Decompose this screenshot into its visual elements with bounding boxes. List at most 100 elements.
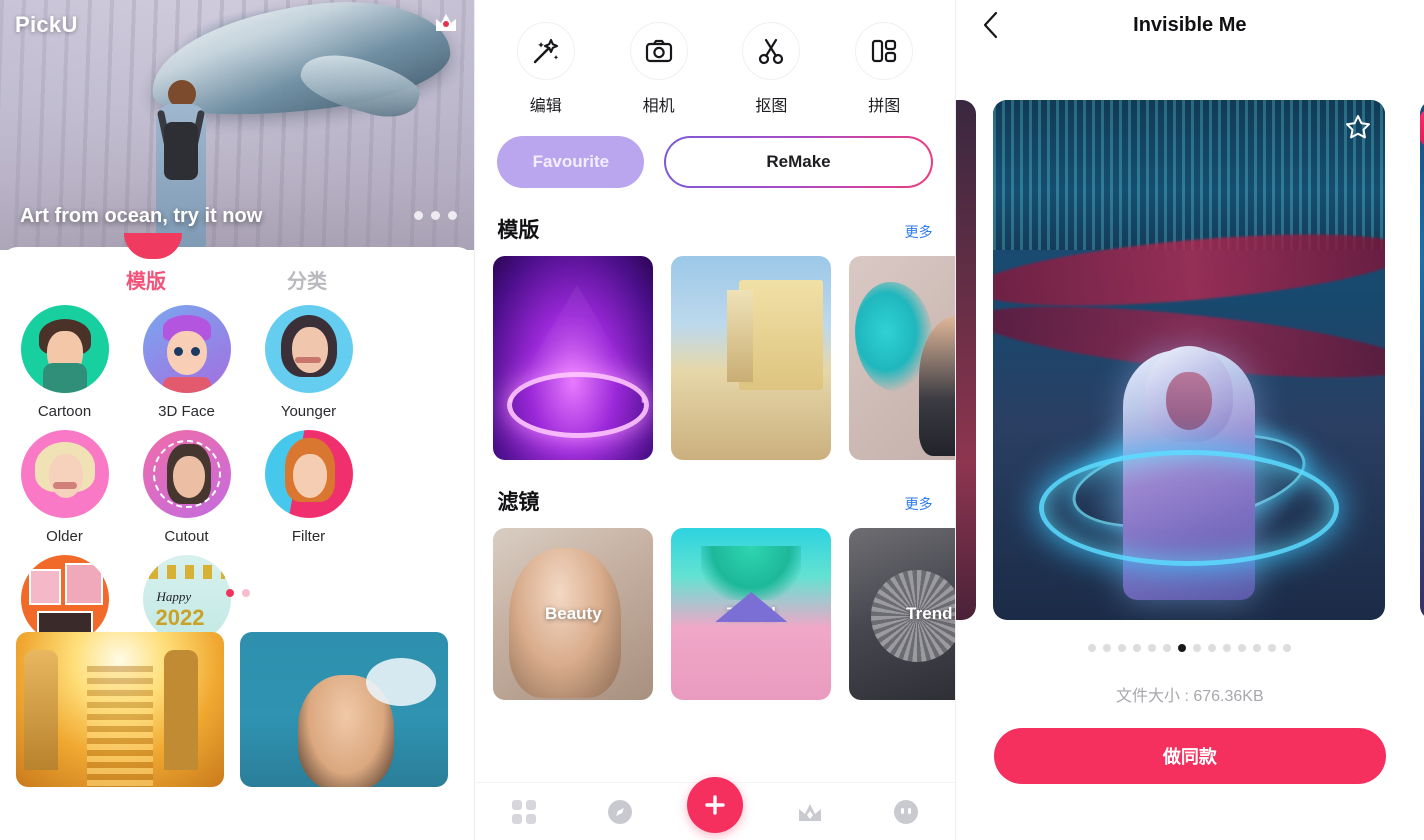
section-more-link[interactable]: 更多 — [905, 222, 933, 242]
pager-dot[interactable] — [1253, 644, 1262, 652]
pager-dot[interactable] — [1193, 644, 1202, 652]
filter-card-beauty[interactable]: Beauty — [493, 528, 654, 700]
tool-label: 抠图 — [755, 98, 788, 115]
template-card-row — [475, 256, 955, 460]
banner-dot[interactable] — [431, 211, 440, 220]
pager-dot[interactable] — [1208, 644, 1217, 652]
filter-label: Trend — [906, 604, 953, 623]
category-older[interactable]: Older — [7, 430, 122, 545]
template-card-temple[interactable] — [16, 632, 224, 787]
template-detail-screen: Invisible Me 文件大小: 676.36KB 做同款 — [955, 0, 1424, 840]
pager-dot[interactable] — [1283, 644, 1292, 652]
pager-dot[interactable] — [1223, 644, 1232, 652]
carousel-pager[interactable] — [956, 644, 1424, 652]
category-label: Younger — [280, 403, 337, 420]
make-same-button[interactable]: 做同款 — [993, 728, 1386, 784]
promo-banner[interactable]: PickU Art from ocean, try it now — [0, 0, 475, 250]
category-grid: Cartoon 3D Face Younger Older Cutout Fil… — [0, 305, 474, 680]
template-card-cuba[interactable] — [671, 256, 832, 460]
pager-dot[interactable] — [1268, 644, 1277, 652]
pager-dot-active[interactable] — [225, 589, 234, 597]
preview-light-ring — [1038, 450, 1339, 566]
remake-button[interactable]: ReMake — [664, 136, 932, 188]
category-thumb — [142, 305, 231, 393]
template-card-neon[interactable] — [493, 256, 654, 460]
template-card-splash[interactable] — [849, 256, 955, 460]
pager-dot[interactable] — [1118, 644, 1127, 652]
bottom-nav-discover — [475, 776, 955, 840]
banner-dot[interactable] — [414, 211, 423, 220]
tool-collage[interactable]: 拼图 — [828, 22, 941, 116]
template-row — [0, 632, 474, 787]
carousel-peek-badge — [1420, 110, 1424, 146]
filter-card-travel[interactable]: Travel — [671, 528, 832, 700]
banner-pager[interactable] — [414, 211, 457, 220]
tool-row: 编辑 相机 抠图 拼图 — [475, 0, 954, 116]
category-label: Cutout — [164, 528, 209, 545]
tool-label: 编辑 — [529, 98, 562, 115]
discover-screen: 编辑 相机 抠图 拼图 Favourite ReMake 模版 更多 滤镜 更多… — [475, 0, 955, 840]
pager-dot[interactable] — [241, 589, 250, 597]
tool-cutout[interactable]: 抠图 — [715, 22, 828, 116]
favourite-button[interactable]: Favourite — [497, 136, 645, 188]
pager-dot[interactable] — [1238, 644, 1247, 652]
section-title: 滤镜 — [497, 491, 540, 514]
filter-card-trend[interactable]: Trend — [849, 528, 955, 700]
nav-compass[interactable] — [590, 790, 650, 834]
tool-label: 拼图 — [868, 98, 901, 115]
tab-indicator — [124, 233, 182, 259]
preview-carousel[interactable] — [955, 100, 1424, 620]
page-title: Invisible Me — [1133, 14, 1247, 36]
preview-background-top — [992, 100, 1385, 250]
pager-dot[interactable] — [1163, 644, 1172, 652]
pager-dot[interactable] — [1103, 644, 1112, 652]
nav-add-button-active[interactable] — [686, 776, 743, 833]
section-header-filters: 滤镜 更多 — [475, 460, 954, 528]
category-thumb: Happy 2022 — [142, 555, 231, 643]
pager-dot[interactable] — [1133, 644, 1142, 652]
banner-caption: Art from ocean, try it now — [20, 205, 263, 227]
detail-header: Invisible Me — [956, 0, 1424, 56]
nav-crown[interactable] — [780, 790, 840, 834]
home-screen: PickU Art from ocean, try it now 模版 分类 C… — [0, 0, 475, 840]
tool-label: 相机 — [642, 98, 675, 115]
nav-grid[interactable] — [494, 790, 554, 834]
preview-face — [1165, 372, 1212, 430]
section-title: 模版 — [497, 219, 540, 242]
carousel-peek-left[interactable] — [955, 100, 976, 620]
category-cartoon[interactable]: Cartoon — [7, 305, 122, 420]
action-pills: Favourite ReMake — [475, 116, 954, 188]
tool-camera[interactable]: 相机 — [602, 22, 715, 116]
pager-dot-active[interactable] — [1178, 644, 1187, 652]
tool-edit[interactable]: 编辑 — [489, 22, 602, 116]
template-card-comic[interactable] — [240, 632, 448, 787]
crown-icon[interactable] — [433, 11, 459, 33]
banner-dot[interactable] — [448, 211, 457, 220]
home-sheet: 模版 分类 Cartoon 3D Face Younger Older Cuto… — [0, 233, 475, 840]
star-outline-icon[interactable] — [1345, 114, 1371, 140]
category-younger[interactable]: Younger — [251, 305, 366, 420]
category-label: Older — [46, 528, 83, 545]
section-more-link[interactable]: 更多 — [905, 494, 933, 514]
category-label: 3D Face — [158, 403, 215, 420]
category-thumb — [20, 430, 109, 518]
section-header-templates: 模版 更多 — [475, 188, 954, 256]
back-chevron-icon[interactable] — [974, 8, 1008, 42]
preview-image[interactable] — [992, 100, 1385, 620]
pager-dot[interactable] — [1088, 644, 1097, 652]
home-tabs: 模版 分类 — [0, 233, 474, 305]
category-filter[interactable]: Filter — [251, 430, 366, 545]
category-cutout[interactable]: Cutout — [129, 430, 244, 545]
filter-card-row: Beauty Travel Trend — [475, 528, 955, 700]
category-label: Filter — [291, 528, 326, 545]
category-3d-face[interactable]: 3D Face — [129, 305, 244, 420]
carousel-peek-right[interactable] — [1420, 100, 1424, 620]
category-thumb — [264, 305, 353, 393]
pager-dot[interactable] — [1148, 644, 1157, 652]
tab-categories[interactable]: 分类 — [287, 265, 327, 294]
category-pager[interactable] — [0, 589, 474, 597]
collage-layout-icon — [855, 22, 914, 80]
tab-templates[interactable]: 模版 — [126, 265, 166, 294]
nav-profile[interactable] — [876, 790, 936, 834]
category-thumb — [20, 305, 109, 393]
